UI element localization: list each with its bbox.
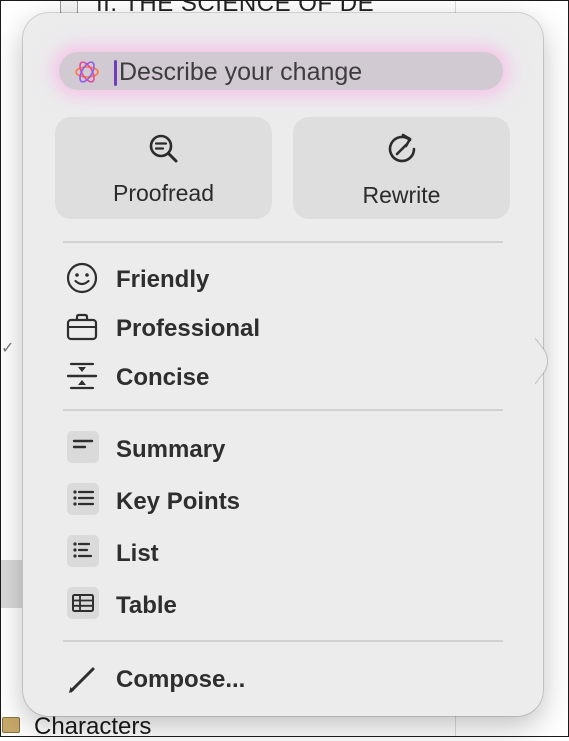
chevron-icon: ✓ <box>1 340 15 357</box>
section-divider <box>63 409 503 411</box>
rewrite-button[interactable]: Rewrite <box>293 117 510 219</box>
summary-option[interactable]: Summary <box>63 427 513 469</box>
concise-label: Concise <box>116 364 210 391</box>
sidebar-selection <box>0 560 22 608</box>
table-icon <box>67 587 99 619</box>
list-label: List <box>116 540 159 567</box>
popover-arrow <box>535 338 548 384</box>
friendly-label: Friendly <box>116 266 210 293</box>
list-option[interactable]: List <box>63 531 513 573</box>
table-label: Table <box>116 592 177 619</box>
proofread-label: Proofread <box>112 180 214 206</box>
compose-label: Compose... <box>116 666 246 693</box>
describe-change-placeholder: Describe your change <box>119 58 363 86</box>
summary-label: Summary <box>116 436 226 463</box>
key-points-label: Key Points <box>116 488 241 515</box>
rewrite-label: Rewrite <box>362 182 441 208</box>
friendly-option[interactable]: Friendly <box>63 257 513 299</box>
describe-change-field[interactable]: Describe your change <box>59 52 503 90</box>
professional-option[interactable]: Professional <box>63 306 513 348</box>
proofread-button[interactable]: Proofread <box>55 117 272 219</box>
writing-tools-popover: Describe your change Proofread Rewrite F… <box>23 13 543 716</box>
professional-label: Professional <box>116 315 261 342</box>
table-option[interactable]: Table <box>63 583 513 625</box>
compress-icon <box>66 362 98 390</box>
key-points-option[interactable]: Key Points <box>63 479 513 521</box>
bullet-list-icon <box>67 483 99 515</box>
compose-option[interactable]: Compose... <box>63 657 513 699</box>
document-icon <box>60 0 78 14</box>
section-divider <box>63 640 503 642</box>
smiley-icon <box>66 262 98 294</box>
summary-lines-icon <box>67 431 99 463</box>
list-icon <box>67 535 99 567</box>
apple-intelligence-icon <box>75 61 99 83</box>
text-caret <box>114 60 117 86</box>
concise-option[interactable]: Concise <box>63 355 513 397</box>
folder-icon <box>2 717 20 733</box>
pencil-icon <box>69 667 95 693</box>
magnifier-check-icon <box>149 134 177 163</box>
briefcase-icon <box>66 313 98 341</box>
section-divider <box>63 241 503 243</box>
rewrite-circle-arrow-icon <box>388 133 415 163</box>
